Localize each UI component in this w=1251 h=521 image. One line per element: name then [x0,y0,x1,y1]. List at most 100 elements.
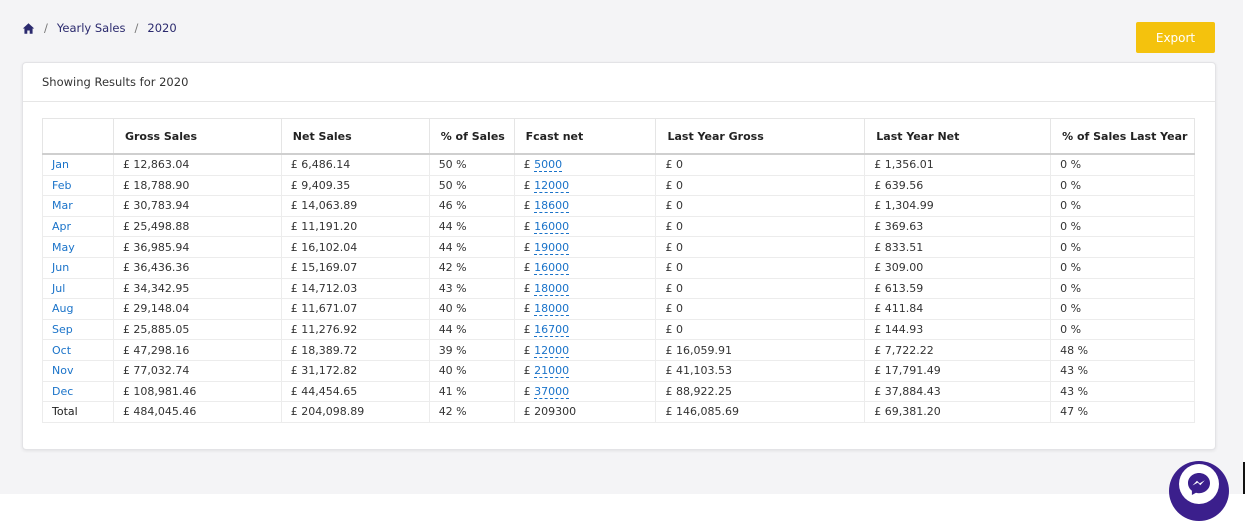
net-sales-cell: £ 11,671.07 [280,298,430,320]
month-cell: Jan [42,153,114,176]
month-cell: Dec [42,380,114,403]
total-label: Total [42,401,114,423]
last-year-gross-cell: £ 16,059.91 [655,339,866,361]
window-edge [1243,462,1245,494]
fcast-edit-link[interactable]: 18000 [534,302,570,317]
gross-sales-cell: £ 36,985.94 [112,236,282,258]
month-link[interactable]: Sep [52,323,73,336]
total-row: Total £ 484,045.46 £ 204,098.89 42 % £ 20930… [42,401,1195,423]
table-row: Oct £ 47,298.16 £ 18,389.72 39 % £ 12000 £ 16… [42,339,1195,361]
export-button[interactable]: Export [1136,22,1215,53]
column-header [42,118,114,155]
pct-sales-cell: 40 % [428,298,515,320]
net-sales-cell: £ 44,454.65 [280,380,430,403]
total-net-sales-cell: £ 204,098.89 [280,401,430,423]
fcast-edit-link[interactable]: 12000 [534,178,570,193]
currency-prefix: £ [523,281,531,295]
breadcrumb-separator: / [134,21,139,35]
fcast-net-cell: £ 18000 [513,298,657,320]
column-header: % of Sales Last Year [1050,118,1195,155]
fcast-edit-link[interactable]: 12000 [534,343,570,358]
column-header: Fcast net [513,118,657,155]
month-link[interactable]: May [52,241,75,254]
total-last-year-net-cell: £ 69,381.20 [864,401,1052,423]
results-header: Showing Results for 2020 [23,63,1215,102]
gross-sales-cell: £ 34,342.95 [112,277,282,300]
month-link[interactable]: Feb [52,179,71,192]
fcast-net-cell: £ 16700 [513,318,657,341]
pct-sales-cell: 46 % [428,195,515,217]
month-link[interactable]: Oct [52,344,71,357]
fcast-net-cell: £ 18600 [513,195,657,217]
last-year-net-cell: £ 1,304.99 [864,195,1052,217]
table-row: Jun £ 36,436.36 £ 15,169.07 42 % £ 16000 £ 0 £… [42,256,1195,279]
chat-icon [1179,464,1219,504]
table-row: Aug £ 29,148.04 £ 11,671.07 40 % £ 18000 £ 0 £… [42,298,1195,320]
fcast-net-cell: £ 19000 [513,236,657,258]
last-year-gross-cell: £ 0 [655,215,866,238]
currency-prefix: £ [523,343,531,357]
gross-sales-cell: £ 12,863.04 [112,153,282,176]
gross-sales-cell: £ 25,498.88 [112,215,282,238]
fcast-net-cell: £ 5000 [513,153,657,176]
breadcrumb-yearly-sales[interactable]: Yearly Sales [57,21,126,35]
month-cell: Jun [42,256,114,279]
gross-sales-cell: £ 25,885.05 [112,318,282,341]
month-link[interactable]: Aug [52,302,73,315]
pct-sales-last-year-cell: 43 % [1050,380,1195,403]
last-year-net-cell: £ 7,722.22 [864,339,1052,361]
month-link[interactable]: Nov [52,364,73,377]
chat-widget-button[interactable] [1169,461,1229,521]
net-sales-cell: £ 11,191.20 [280,215,430,238]
last-year-gross-cell: £ 0 [655,277,866,300]
fcast-edit-link[interactable]: 16000 [534,220,570,235]
month-link[interactable]: Dec [52,385,73,398]
pct-sales-cell: 41 % [428,380,515,403]
fcast-net-cell: £ 16000 [513,215,657,238]
last-year-net-cell: £ 144.93 [864,318,1052,341]
home-icon[interactable] [22,22,35,35]
fcast-edit-link[interactable]: 21000 [534,364,570,379]
pct-sales-cell: 50 % [428,153,515,176]
table-body: Jan £ 12,863.04 £ 6,486.14 50 % £ 5000 £ 0 £ 1… [42,153,1195,423]
pct-sales-cell: 39 % [428,339,515,361]
month-link[interactable]: Jun [52,261,69,274]
month-link[interactable]: Apr [52,220,71,233]
total-pct-sales-last-year-cell: 47 % [1050,401,1195,423]
column-header: Last Year Net [864,118,1052,155]
pct-sales-last-year-cell: 0 % [1050,153,1195,176]
table-row: Apr £ 25,498.88 £ 11,191.20 44 % £ 16000 £ 0 £… [42,215,1195,238]
fcast-edit-link[interactable]: 19000 [534,240,570,255]
column-header: Last Year Gross [655,118,866,155]
breadcrumb-separator: / [44,21,48,35]
net-sales-cell: £ 14,063.89 [280,195,430,217]
total-pct-sales-cell: 42 % [428,401,515,423]
net-sales-cell: £ 11,276.92 [280,318,430,341]
currency-prefix: £ [523,240,531,254]
last-year-gross-cell: £ 0 [655,153,866,176]
fcast-edit-link[interactable]: 18000 [534,281,570,296]
fcast-edit-link[interactable]: 18600 [534,199,570,214]
pct-sales-cell: 40 % [428,359,515,382]
fcast-edit-link[interactable]: 5000 [534,158,563,173]
fcast-edit-link[interactable]: 16700 [534,323,570,338]
pct-sales-last-year-cell: 0 % [1050,174,1195,197]
month-cell: Aug [42,298,114,320]
total-fcast-net-cell: £ 209300 [513,401,657,423]
net-sales-cell: £ 18,389.72 [280,339,430,361]
fcast-edit-link[interactable]: 16000 [534,261,570,276]
last-year-net-cell: £ 613.59 [864,277,1052,300]
month-link[interactable]: Jul [52,282,65,295]
last-year-net-cell: £ 369.63 [864,215,1052,238]
net-sales-cell: £ 31,172.82 [280,359,430,382]
month-link[interactable]: Jan [52,158,69,171]
last-year-net-cell: £ 639.56 [864,174,1052,197]
month-link[interactable]: Mar [52,199,73,212]
fcast-edit-link[interactable]: 37000 [534,384,570,399]
month-cell: May [42,236,114,258]
month-cell: Oct [42,339,114,361]
column-header: % of Sales [428,118,515,155]
currency-prefix: £ [523,199,531,213]
net-sales-cell: £ 9,409.35 [280,174,430,197]
pct-sales-last-year-cell: 0 % [1050,318,1195,341]
